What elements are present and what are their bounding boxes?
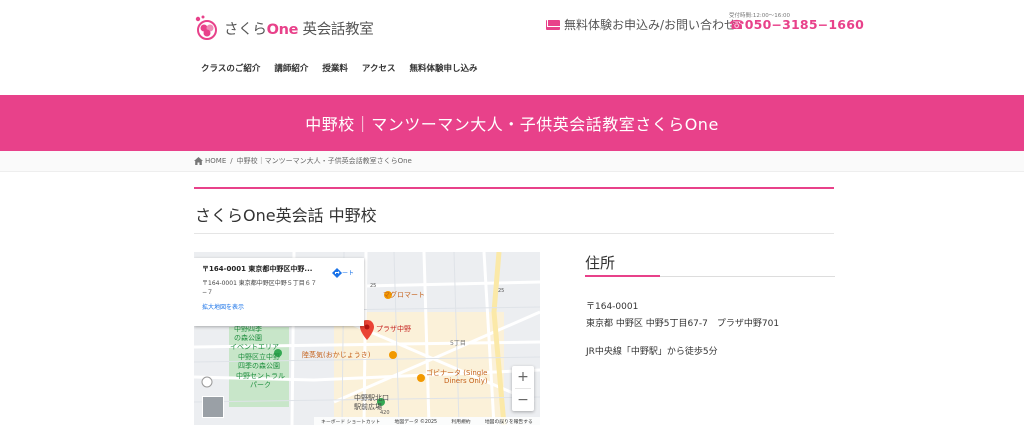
site-header: さくらOne 英会話教室 無料体験お申込み/お問い合わせ 受付時間:12:00〜… bbox=[0, 0, 1024, 95]
map-label-magnet: マグロマート bbox=[383, 291, 425, 299]
home-icon bbox=[194, 157, 203, 165]
phone-number[interactable]: ☎050−3185−1660 bbox=[729, 17, 864, 32]
address-section: 住所 〒164-0001 東京都 中野区 中野5丁目67-7 プラザ中野701 … bbox=[585, 252, 835, 357]
page-title: さくらOne英会話 中野校 bbox=[195, 206, 377, 225]
route-button[interactable]: ルート bbox=[332, 268, 358, 278]
address-heading: 住所 bbox=[585, 254, 616, 272]
map-label-road-25: 25 bbox=[370, 283, 377, 289]
sakura-logo-icon bbox=[195, 15, 217, 40]
contact-link[interactable]: 無料体験お申込み/お問い合わせ bbox=[546, 16, 736, 33]
directions-icon bbox=[332, 268, 342, 278]
map-footer-shortcuts[interactable]: キーボード ショートカット bbox=[321, 418, 380, 425]
map-label-park-7: パーク bbox=[250, 381, 271, 389]
map-label-road-420: 420 bbox=[380, 410, 390, 416]
title-divider bbox=[194, 233, 834, 234]
map-zoom-control: + − bbox=[512, 366, 534, 411]
map-footer-report[interactable]: 地図の誤りを報告する bbox=[485, 418, 533, 425]
breadcrumb: HOME / 中野校｜マンツーマン大人・子供英会話教室さくらOne bbox=[0, 151, 1024, 172]
address-heading-accent bbox=[585, 275, 660, 277]
nav-item-classes[interactable]: クラスのご紹介 bbox=[201, 62, 260, 74]
embedded-map[interactable]: マグロマート プラザ中野 陸蒸気(おかじょうき) ゴビナータ (Single D… bbox=[194, 252, 540, 425]
nav-item-free-trial[interactable]: 無料体験申し込み bbox=[409, 62, 477, 74]
map-card-address: 〒164-0001 東京都中野区中野５丁目６７−７ bbox=[202, 280, 317, 296]
contact-label: 無料体験お申込み/お問い合わせ bbox=[564, 18, 737, 32]
map-footer: キーボード ショートカット 地図データ ©2025 利用規約 地図の誤りを報告す… bbox=[314, 417, 540, 425]
site-logo[interactable]: さくらOne 英会話教室 bbox=[194, 14, 374, 42]
map-footer-data: 地図データ ©2025 bbox=[394, 419, 438, 425]
nav-item-tuition[interactable]: 授業料 bbox=[322, 62, 348, 74]
address-postal: 〒164-0001 bbox=[586, 302, 639, 312]
breadcrumb-separator: / bbox=[230, 157, 233, 165]
map-label-station-2: 駅前広場 bbox=[354, 403, 382, 411]
address-access: JR中央線「中野駅」から徒歩5分 bbox=[586, 347, 718, 357]
enlarge-map-link[interactable]: 拡大地図を表示 bbox=[202, 302, 356, 311]
address-line: 東京都 中野区 中野5丁目67-7 プラザ中野701 bbox=[586, 319, 780, 329]
logo-text: さくらOne 英会話教室 bbox=[224, 21, 374, 38]
map-label-park-5: 四季の森公園 bbox=[238, 362, 280, 370]
title-accent-rule bbox=[194, 187, 834, 189]
page-banner: 中野校｜マンツーマン大人・子供英会話教室さくらOne bbox=[0, 95, 1024, 151]
banner-title: 中野校｜マンツーマン大人・子供英会話教室さくらOne bbox=[305, 115, 719, 134]
map-label-godinata-2: Diners Only) bbox=[444, 377, 488, 385]
map-label-kaisen: 陸蒸気(おかじょうき) bbox=[302, 351, 371, 359]
main-nav: クラスのご紹介 講師紹介 授業料 アクセス 無料体験申し込み bbox=[201, 62, 491, 74]
zoom-in-button[interactable]: + bbox=[512, 366, 534, 388]
map-label-plaza: プラザ中野 bbox=[376, 325, 411, 333]
map-label-park-3: イベントエリア bbox=[230, 343, 279, 351]
map-label-road-25b: 25 bbox=[498, 288, 505, 294]
street-view-thumbnail[interactable] bbox=[202, 396, 224, 418]
zoom-out-button[interactable]: − bbox=[512, 389, 534, 411]
map-label-chome: 5丁目 bbox=[450, 340, 466, 347]
map-info-card: 〒164-0001 東京都中野区中野... 〒164-0001 東京都中野区中野… bbox=[194, 258, 364, 326]
map-footer-terms[interactable]: 利用規約 bbox=[451, 418, 470, 425]
breadcrumb-home[interactable]: HOME bbox=[205, 157, 226, 165]
mail-icon bbox=[546, 19, 560, 30]
nav-item-access[interactable]: アクセス bbox=[362, 62, 396, 74]
breadcrumb-current: 中野校｜マンツーマン大人・子供英会話教室さくらOne bbox=[236, 157, 412, 165]
nav-item-teachers[interactable]: 講師紹介 bbox=[274, 62, 308, 74]
